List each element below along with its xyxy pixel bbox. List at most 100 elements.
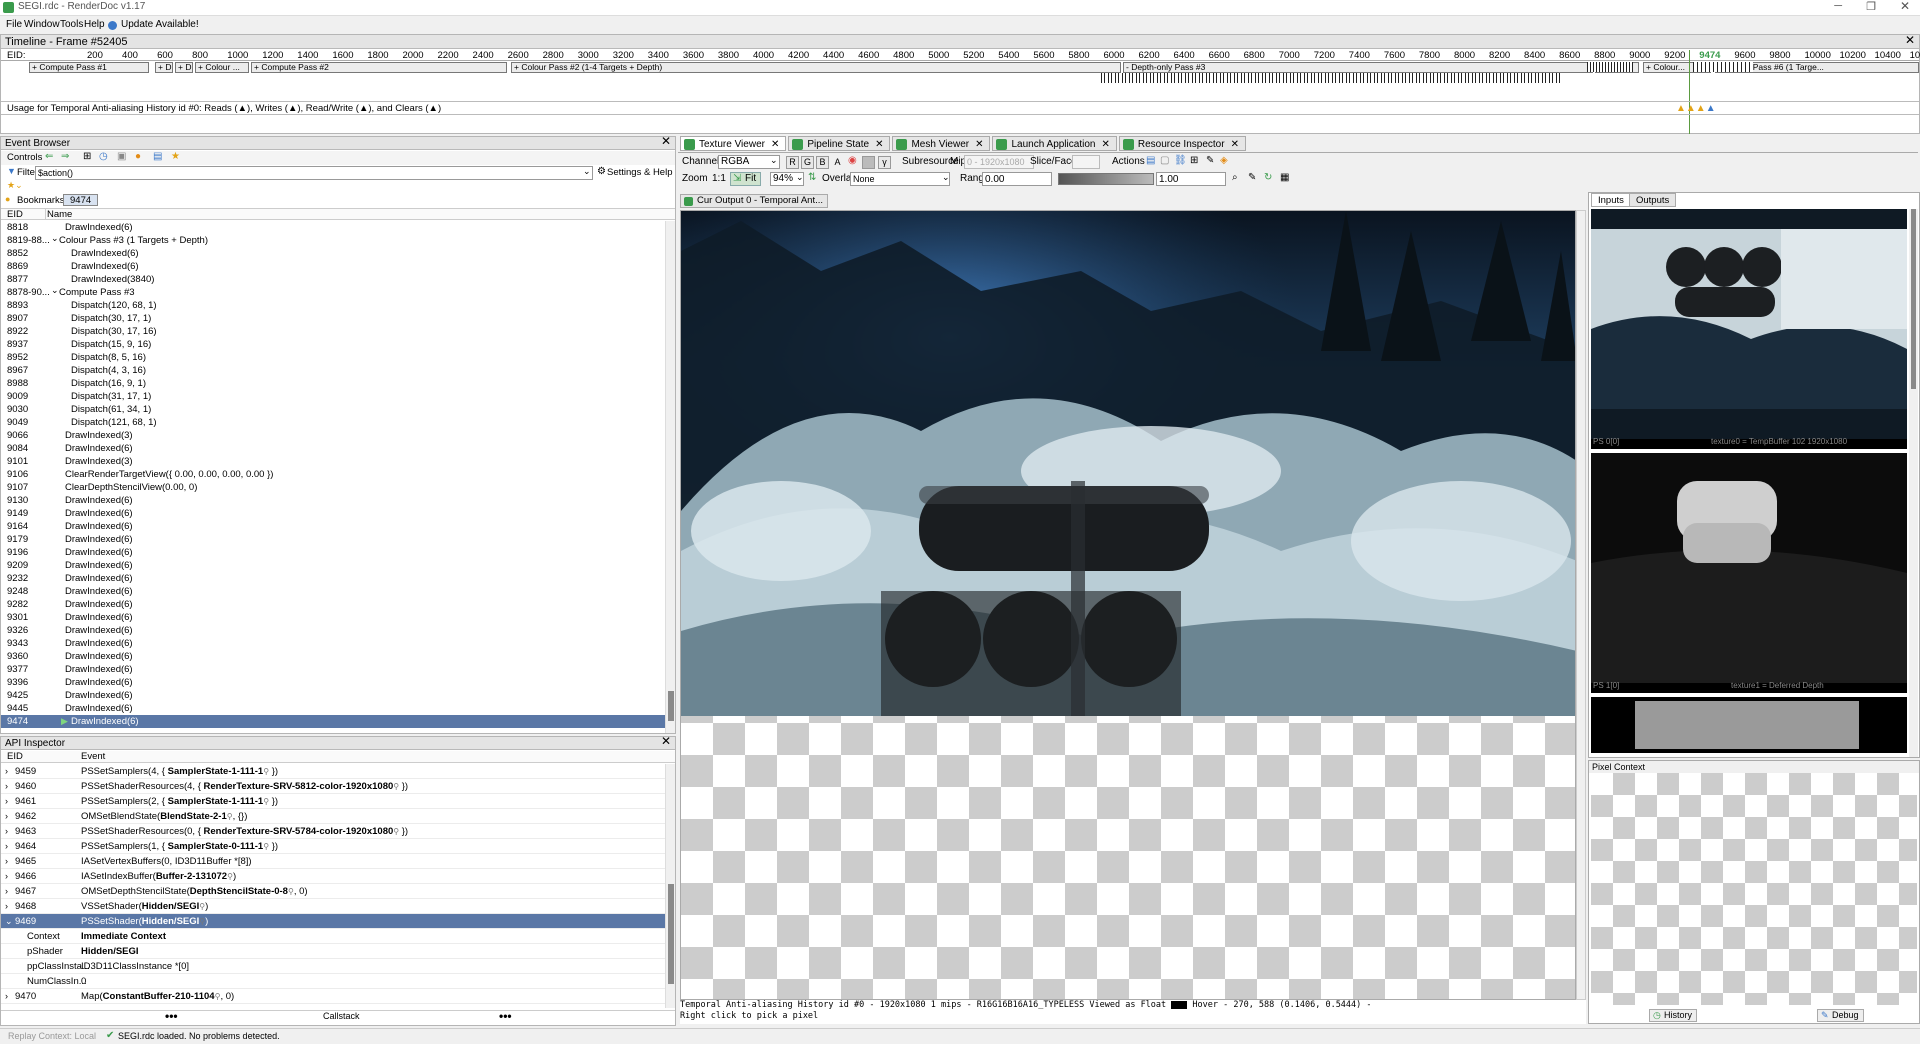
api-resource-link[interactable]: Hidden/SEGI [142,901,200,912]
more-left-icon[interactable]: ••• [165,1009,178,1023]
event-row[interactable]: 8818 DrawIndexed(6) [1,221,665,234]
timeline-section[interactable]: + D... [175,62,193,73]
event-row[interactable]: 9049 Dispatch(121, 68, 1) [1,416,665,429]
channels-dropdown-icon[interactable]: ⌄ [770,155,778,166]
expander-icon[interactable]: ⌄ [51,284,59,297]
tab-launch-application[interactable]: Launch Application ✕ [992,136,1117,151]
event-row[interactable]: 9101 DrawIndexed(3) [1,455,665,468]
thumbnail-1[interactable]: PS 1[0] texture1 = Deferred Depth [1591,453,1907,693]
update-available-link[interactable]: Update Available! [121,19,199,30]
api-param-row[interactable]: Context Immediate Context [1,929,665,944]
timeline-section[interactable]: + Compute Pass #2 [251,62,507,73]
api-resource-link[interactable]: SamplerState-1-111-1 [168,796,264,807]
api-row[interactable]: › 9462 OMSetBlendState(BlendState-2-1⚲, {}… [1,809,665,824]
event-row[interactable]: 9474 ▶ DrawIndexed(6) [1,715,665,728]
range-min-input[interactable] [982,172,1052,186]
event-row[interactable]: 8893 Dispatch(120, 68, 1) [1,299,665,312]
event-row[interactable]: 9282 DrawIndexed(6) [1,598,665,611]
expand-chevron-icon[interactable]: › [5,899,8,914]
find-icon[interactable]: ⊞ [83,151,91,162]
expander-icon[interactable]: ⌄ [51,232,59,245]
event-row[interactable]: 8878-90... ⌄ Compute Pass #3 [1,284,665,299]
save-texture-icon[interactable]: ▤ [1146,155,1155,166]
tab-inputs[interactable]: Inputs [1591,193,1631,207]
event-row[interactable]: 9066 DrawIndexed(3) [1,429,665,442]
api-row[interactable]: › 9466 IASetIndexBuffer(Buffer-2-131072⚲) [1,869,665,884]
event-row[interactable]: 9030 Dispatch(61, 34, 1) [1,403,665,416]
pick-icon[interactable]: ✎ [1248,172,1256,183]
event-row[interactable]: 8819-88... ⌄ Colour Pass #3 (1 Targets + D… [1,232,665,247]
api-resource-link[interactable]: SamplerState-1-111-1 [168,766,264,777]
auto-fit-icon[interactable]: ↻ [1264,172,1272,183]
export-icon[interactable]: ▣ [117,151,126,162]
event-row[interactable]: 9343 DrawIndexed(6) [1,637,665,650]
menu-window[interactable]: Window [24,19,60,30]
event-row[interactable]: 9425 DrawIndexed(6) [1,689,665,702]
timer-icon[interactable]: ◷ [99,151,108,162]
api-param-row[interactable]: pShader Hidden/SEGI [1,944,665,959]
timeline-close-icon[interactable]: ✕ [1905,33,1915,47]
collapse-chevron-icon[interactable]: ⌄ [5,914,13,929]
zoom-dropdown-icon[interactable]: ⌄ [796,172,804,183]
texture-scrollbar-v[interactable] [1576,210,1586,1000]
col-name-header[interactable]: Name [47,209,72,220]
event-row[interactable]: 9377 DrawIndexed(6) [1,663,665,676]
debug-button[interactable]: ✎ Debug [1817,1009,1864,1022]
api-col-event[interactable]: Event [81,751,105,762]
api-resource-link[interactable]: BlendState-2-1 [160,811,227,822]
event-row[interactable]: 8852 DrawIndexed(6) [1,247,665,260]
timeline-section[interactable]: + Colour Pass #2 (1-4 Targets + Depth) [511,62,1121,73]
bookmark-star-icon[interactable]: ★ [171,151,180,162]
api-row[interactable]: › 9465 IASetVertexBuffers(0, ID3D11Buffer … [1,854,665,869]
tab-mesh-viewer[interactable]: Mesh Viewer ✕ [892,136,991,151]
event-row[interactable]: 9326 DrawIndexed(6) [1,624,665,637]
api-resource-link[interactable]: Buffer-2-131072 [156,871,227,882]
api-resource-link[interactable]: ConstantBuffer-210-1104 [103,991,215,1002]
api-param-row[interactable]: ppClassInsta... ID3D11ClassInstance *[0] [1,959,665,974]
link-icon[interactable]: ⛓ [1174,155,1187,166]
thumb-scrollbar-thumb[interactable] [1911,209,1916,389]
tab-close-icon[interactable]: ✕ [771,139,779,150]
expand-chevron-icon[interactable]: › [5,989,8,1004]
bookmark-dropdown-icon[interactable]: ★⌄ [7,180,23,191]
slice-select[interactable] [1072,155,1100,169]
thumbnail-2[interactable] [1591,697,1907,753]
api-resource-link[interactable]: Hidden/SEGI [142,916,200,927]
tab-close-icon[interactable]: ✕ [875,139,883,150]
api-row[interactable]: › 9470 Map(ConstantBuffer-210-1104⚲, 0) [1,989,665,1004]
api-col-eid[interactable]: EID [7,751,23,762]
event-row[interactable]: 9360 DrawIndexed(6) [1,650,665,663]
settings-help-button[interactable]: Settings & Help [607,167,672,178]
timeline-section[interactable]: + D... [155,62,173,73]
expand-chevron-icon[interactable]: › [5,779,8,794]
event-row[interactable]: 9301 DrawIndexed(6) [1,611,665,624]
col-eid-header[interactable]: EID [7,209,23,220]
colour-icon[interactable]: ● [135,151,141,162]
api-resource-link[interactable]: RenderTexture-SRV-5812-color-1920x1080 [204,781,394,792]
expand-chevron-icon[interactable]: › [5,869,8,884]
event-row[interactable]: 9130 DrawIndexed(6) [1,494,665,507]
event-row[interactable]: 9009 Dispatch(31, 17, 1) [1,390,665,403]
api-row[interactable]: › 9461 PSSetSamplers(2, { SamplerState-1-1… [1,794,665,809]
event-row[interactable]: 9107 ClearDepthStencilView(0.00, 0) [1,481,665,494]
event-browser-close-icon[interactable]: ✕ [661,135,671,148]
open-icon[interactable]: ▢ [1160,155,1169,166]
event-row[interactable]: 9209 DrawIndexed(6) [1,559,665,572]
event-row[interactable]: 8988 Dispatch(16, 9, 1) [1,377,665,390]
overlay-dropdown-icon[interactable]: ⌄ [942,172,950,183]
timeline-section[interactable]: + Compute Pass #1 [29,62,149,73]
callstack-button[interactable]: Callstack [323,1011,360,1021]
zoom-1to1-button[interactable]: 1:1 [712,173,726,184]
settings-icon[interactable]: ⚙ [597,166,606,177]
event-row[interactable]: 9149 DrawIndexed(6) [1,507,665,520]
flip-icon[interactable]: ⇅ [808,172,816,183]
tab-outputs[interactable]: Outputs [1629,193,1677,207]
overlay-select[interactable]: None [850,172,950,186]
menu-tools[interactable]: Tools [60,19,83,30]
api-resource-link[interactable]: RenderTexture-SRV-5784-color-1920x1080 [204,826,394,837]
api-resource-link[interactable]: SamplerState-0-111-1 [168,841,264,852]
event-row[interactable]: 8869 DrawIndexed(6) [1,260,665,273]
api-row[interactable]: › 9463 PSSetShaderResources(0, { RenderTex… [1,824,665,839]
api-scrollbar[interactable] [665,764,675,1008]
expand-chevron-icon[interactable]: › [5,794,8,809]
